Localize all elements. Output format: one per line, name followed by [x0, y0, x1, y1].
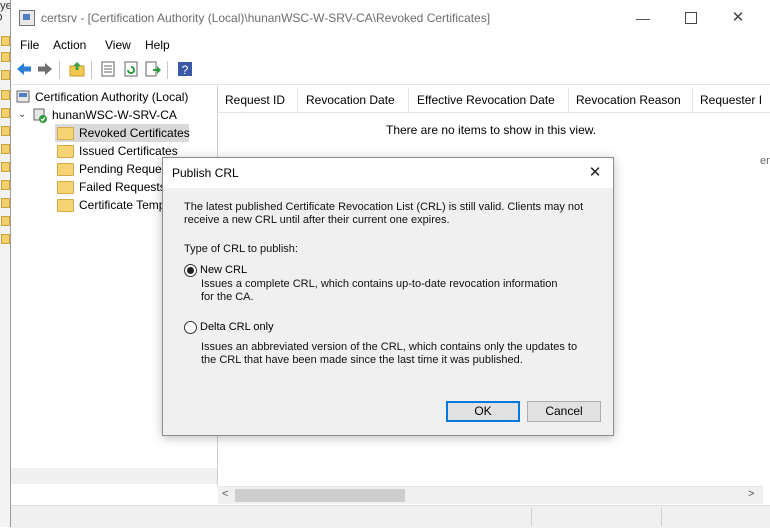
- folder-icon: [57, 163, 74, 176]
- folder-icon: [1, 126, 10, 136]
- empty-list-message: There are no items to show in this view.: [386, 123, 596, 137]
- folder-icon: [1, 198, 10, 208]
- window-title: certsrv - [Certification Authority (Loca…: [41, 11, 490, 25]
- folder-icon: [1, 144, 10, 154]
- folder-icon: [1, 70, 10, 80]
- export-list-icon[interactable]: [144, 60, 162, 78]
- tree-item-revoked-certificates[interactable]: Revoked Certificates: [17, 124, 197, 142]
- chevron-down-icon[interactable]: ⌄: [18, 106, 26, 124]
- dialog-close-button[interactable]: ✕: [585, 163, 605, 183]
- tree-label-revoked: Revoked Certificates: [79, 124, 190, 142]
- certsrv-app-icon: [19, 10, 35, 26]
- folder-icon: [1, 162, 10, 172]
- tree-label-root: Certification Authority (Local): [35, 88, 188, 106]
- publish-crl-dialog: Publish CRL ✕ The latest published Certi…: [162, 157, 614, 436]
- menu-file[interactable]: File: [20, 38, 39, 52]
- menu-help[interactable]: Help: [145, 38, 170, 52]
- status-divider: [661, 508, 662, 526]
- folder-icon: [1, 108, 10, 118]
- scroll-right-arrow-icon[interactable]: >: [748, 488, 754, 500]
- column-divider[interactable]: [692, 88, 693, 112]
- column-divider[interactable]: [297, 88, 298, 112]
- dialog-title-bar[interactable]: Publish CRL ✕: [163, 158, 613, 188]
- ok-button[interactable]: OK: [446, 401, 520, 422]
- toolbar-separator: [167, 61, 168, 79]
- tree-label-failed: Failed Requests: [79, 178, 166, 196]
- folder-icon: [1, 90, 10, 100]
- toolbar: ?: [11, 56, 770, 85]
- status-bar: [11, 505, 770, 528]
- toolbar-separator: [59, 61, 60, 79]
- back-arrow-icon[interactable]: [15, 60, 33, 78]
- crl-valid-notice: The latest published Certificate Revocat…: [184, 201, 584, 227]
- maximize-icon: [685, 12, 697, 24]
- new-crl-label[interactable]: New CRL: [200, 264, 247, 276]
- menu-action[interactable]: Action: [53, 38, 86, 52]
- background-text: en: [760, 155, 770, 167]
- folder-icon: [1, 52, 10, 62]
- svg-text:?: ?: [182, 63, 189, 77]
- toolbar-separator: [91, 61, 92, 79]
- folder-icon: [1, 180, 10, 190]
- title-bar[interactable]: certsrv - [Certification Authority (Loca…: [11, 0, 770, 34]
- column-header-effective-revocation-date[interactable]: Effective Revocation Date: [417, 93, 555, 107]
- cancel-button[interactable]: Cancel: [527, 401, 601, 422]
- forward-arrow-icon[interactable]: [36, 60, 54, 78]
- folder-icon: [57, 145, 74, 158]
- new-crl-description: Issues a complete CRL, which contains up…: [201, 278, 571, 304]
- column-header-requester[interactable]: Requester I: [700, 93, 762, 107]
- folder-icon: [57, 127, 74, 140]
- status-divider: [531, 508, 532, 526]
- list-horizontal-scrollbar[interactable]: < >: [218, 486, 763, 504]
- column-header-revocation-date[interactable]: Revocation Date: [306, 93, 395, 107]
- ca-server-icon: [32, 108, 48, 123]
- delta-crl-radio[interactable]: [184, 321, 197, 334]
- certification-authority-icon: [16, 90, 31, 104]
- scrollbar-thumb[interactable]: [235, 489, 405, 502]
- folder-icon: [57, 181, 74, 194]
- tree-label-templates: Certificate Templ: [79, 196, 168, 214]
- delta-crl-label[interactable]: Delta CRL only: [200, 321, 274, 333]
- crl-type-label: Type of CRL to publish:: [184, 243, 298, 256]
- column-header-request-id[interactable]: Request ID: [225, 93, 285, 107]
- menu-bar: File Action View Help: [11, 34, 770, 56]
- folder-icon: [1, 36, 10, 46]
- refresh-icon[interactable]: [122, 60, 140, 78]
- help-icon[interactable]: ?: [176, 60, 194, 78]
- list-header: Request ID Revocation Date Effective Rev…: [218, 88, 770, 113]
- menu-view[interactable]: View: [105, 38, 131, 52]
- folder-icon: [1, 234, 10, 244]
- properties-icon[interactable]: [99, 60, 117, 78]
- column-divider[interactable]: [408, 88, 409, 112]
- maximize-button[interactable]: [679, 8, 703, 28]
- folder-icon: [1, 216, 10, 226]
- dialog-title: Publish CRL: [172, 166, 239, 180]
- column-divider[interactable]: [568, 88, 569, 112]
- column-header-revocation-reason[interactable]: Revocation Reason: [576, 93, 681, 107]
- close-button[interactable]: ✕: [726, 8, 750, 28]
- delta-crl-description: Issues an abbreviated version of the CRL…: [201, 341, 591, 367]
- scroll-left-arrow-icon[interactable]: <: [222, 488, 228, 500]
- up-folder-icon[interactable]: [68, 60, 86, 78]
- tree-label-ca: hunanWSC-W-SRV-CA: [52, 106, 177, 124]
- tree-horizontal-scrollbar[interactable]: [11, 468, 217, 484]
- minimize-button[interactable]: —: [631, 8, 655, 28]
- new-crl-radio[interactable]: [184, 264, 197, 277]
- folder-icon: [57, 199, 74, 212]
- tree-label-pending: Pending Request: [79, 160, 171, 178]
